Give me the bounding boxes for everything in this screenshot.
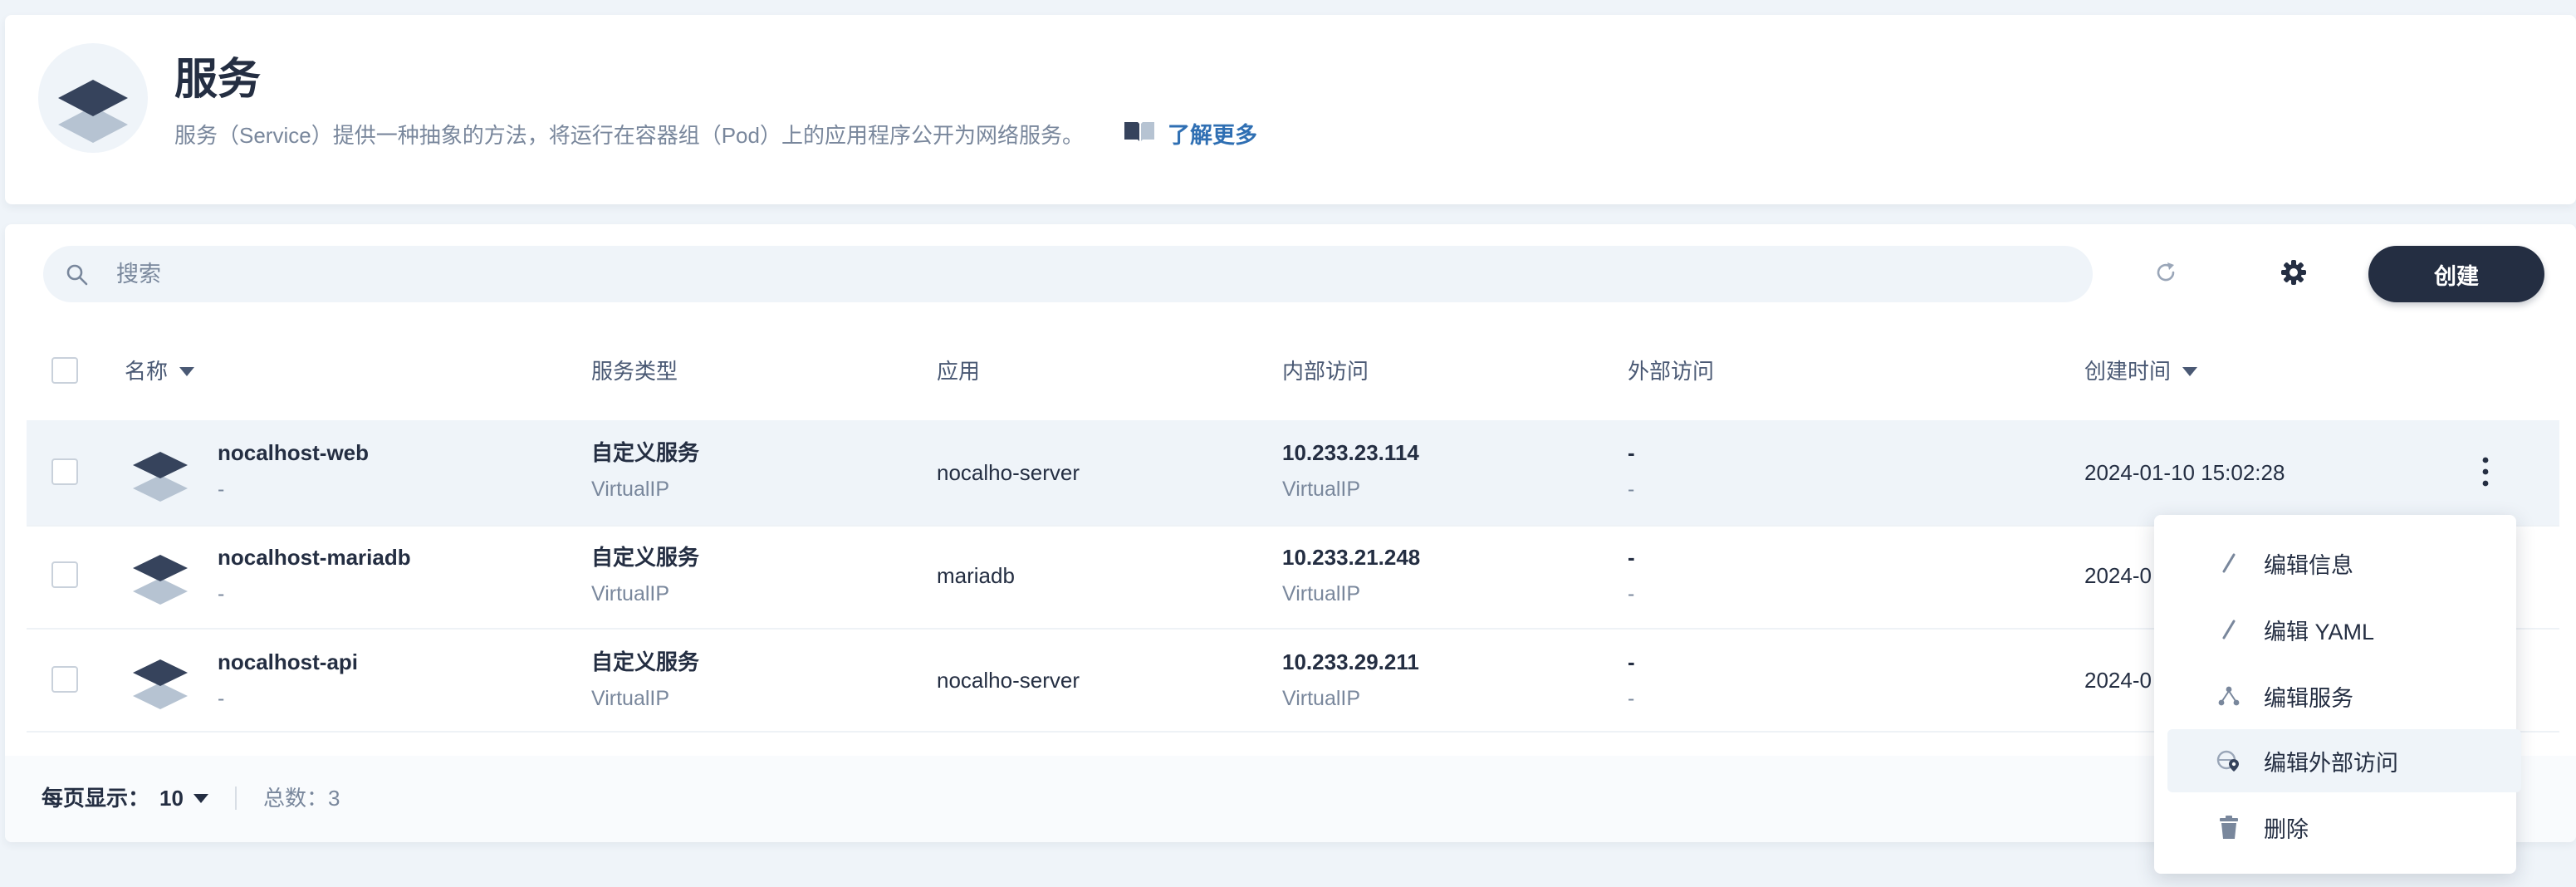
column-header-app: 应用 — [937, 359, 981, 384]
column-header-internal: 内部访问 — [1282, 359, 1369, 384]
sort-caret-icon — [179, 366, 195, 376]
trash-icon — [2212, 811, 2245, 844]
menu-item-edit-service[interactable]: 编辑服务 — [2167, 664, 2521, 728]
page-title: 服务 — [174, 56, 262, 104]
globe-pin-icon — [2212, 744, 2245, 777]
internal-type: VirtualIP — [1282, 478, 1361, 501]
service-alias: - — [218, 582, 225, 605]
column-header-name-label: 名称 — [125, 359, 169, 384]
chevron-down-icon — [193, 793, 208, 803]
pagination: 每页显示： 10 总数：3 — [42, 784, 340, 812]
service-type: 自定义服务 — [591, 545, 700, 570]
service-icon — [35, 40, 151, 156]
service-type-sub: VirtualIP — [591, 687, 670, 710]
service-type: 自定义服务 — [591, 649, 700, 674]
per-page-selector[interactable]: 每页显示： 10 — [42, 784, 208, 812]
more-actions-button[interactable] — [2471, 453, 2500, 490]
internal-type: VirtualIP — [1282, 582, 1361, 605]
service-app: mariadb — [937, 563, 1015, 588]
column-header-name[interactable]: 名称 — [125, 357, 195, 385]
service-alias: - — [218, 478, 225, 501]
service-type-sub: VirtualIP — [591, 582, 670, 605]
menu-item-edit-external-access[interactable]: 编辑外部访问 — [2167, 729, 2521, 792]
internal-ip: 10.233.23.114 — [1282, 440, 1419, 465]
refresh-icon — [2153, 260, 2178, 289]
menu-item-label: 编辑信息 — [2264, 552, 2353, 578]
menu-item-label: 删除 — [2264, 816, 2309, 842]
service-row-icon — [131, 651, 189, 713]
created-time: 2024-0 — [2084, 563, 2152, 588]
pen-icon — [2212, 546, 2245, 580]
per-page-label: 每页显示： — [42, 786, 150, 811]
service-name[interactable]: nocalhost-mariadb — [218, 543, 411, 571]
row-checkbox[interactable] — [51, 561, 78, 588]
menu-item-edit-yaml[interactable]: 编辑 YAML — [2167, 598, 2521, 661]
pen-icon — [2212, 613, 2245, 646]
service-row-icon — [131, 444, 189, 506]
row-checkbox[interactable] — [51, 666, 78, 693]
service-type: 自定义服务 — [591, 440, 700, 465]
topology-icon — [2212, 679, 2245, 713]
internal-type: VirtualIP — [1282, 687, 1361, 710]
settings-button[interactable] — [2269, 249, 2319, 299]
external-access-sub: - — [1628, 582, 1635, 605]
search-placeholder: 搜索 — [116, 262, 161, 287]
menu-item-label: 编辑服务 — [2264, 685, 2353, 711]
external-access: - — [1628, 649, 1635, 674]
external-access-sub: - — [1628, 478, 1635, 501]
internal-ip: 10.233.21.248 — [1282, 545, 1421, 570]
menu-item-edit-info[interactable]: 编辑信息 — [2167, 532, 2521, 595]
internal-ip: 10.233.29.211 — [1282, 649, 1419, 674]
book-icon — [1123, 120, 1156, 150]
sort-caret-icon — [2182, 366, 2198, 376]
learn-more-link[interactable]: 了解更多 — [1123, 120, 1257, 150]
service-row-icon — [131, 546, 189, 609]
external-access: - — [1628, 545, 1635, 570]
page-header — [5, 15, 2576, 204]
service-name[interactable]: nocalhost-web — [218, 439, 369, 467]
service-alias: - — [218, 687, 225, 710]
external-access: - — [1628, 440, 1635, 465]
search-icon — [65, 262, 90, 292]
menu-item-label: 编辑 YAML — [2264, 619, 2375, 644]
more-vertical-icon — [2471, 457, 2500, 493]
gear-icon — [2280, 258, 2308, 291]
per-page-value: 10 — [159, 786, 184, 811]
page-description: 服务（Service）提供一种抽象的方法，将运行在容器组（Pod）上的应用程序公… — [174, 123, 1084, 148]
total-count: 总数：3 — [262, 786, 340, 811]
refresh-button[interactable] — [2141, 249, 2191, 299]
column-header-external: 外部访问 — [1628, 359, 1715, 384]
create-button[interactable]: 创建 — [2368, 246, 2544, 302]
column-header-created-label: 创建时间 — [2084, 359, 2172, 384]
row-checkbox[interactable] — [51, 458, 78, 485]
footer-divider — [234, 787, 237, 810]
service-type-sub: VirtualIP — [591, 478, 670, 501]
column-header-type: 服务类型 — [591, 359, 678, 384]
menu-item-delete[interactable]: 删除 — [2167, 796, 2521, 859]
menu-item-label: 编辑外部访问 — [2264, 750, 2398, 776]
learn-more-label: 了解更多 — [1168, 122, 1257, 148]
service-app: nocalho-server — [937, 460, 1080, 485]
select-all-checkbox[interactable] — [51, 357, 78, 384]
search-input[interactable] — [43, 246, 2093, 302]
created-time: 2024-0 — [2084, 668, 2152, 693]
service-app: nocalho-server — [937, 668, 1080, 693]
created-time: 2024-01-10 15:02:28 — [2084, 460, 2285, 485]
column-header-created[interactable]: 创建时间 — [2084, 357, 2198, 385]
external-access-sub: - — [1628, 687, 1635, 710]
service-name[interactable]: nocalhost-api — [218, 648, 358, 676]
